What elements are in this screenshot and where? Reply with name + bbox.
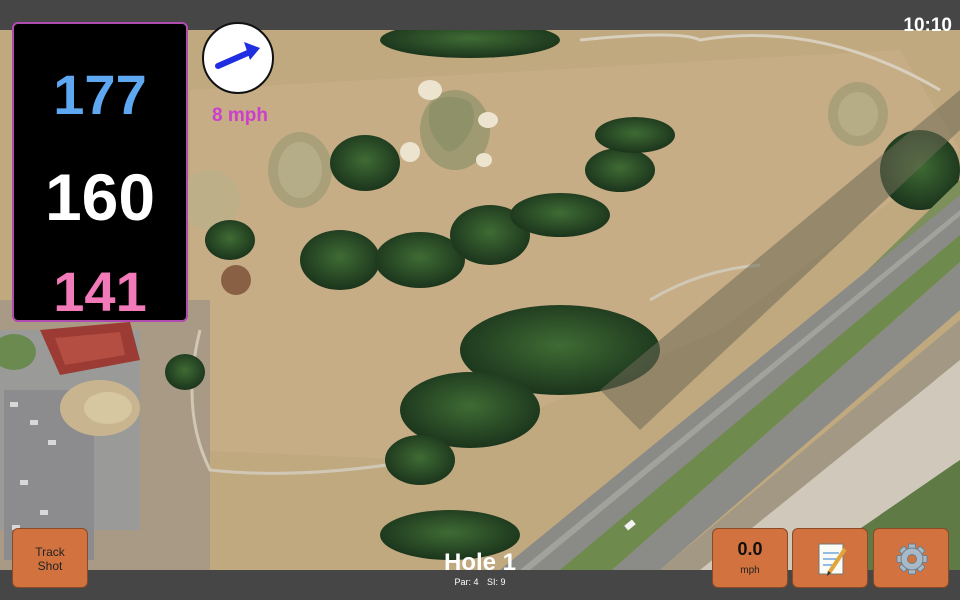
track-shot-button[interactable]: Track Shot xyxy=(12,528,88,588)
wind-arrow-icon xyxy=(215,42,260,69)
front-distance: 141 xyxy=(53,260,147,323)
hole-par: Par: 4 xyxy=(454,577,479,587)
clock: 10:10 xyxy=(903,15,952,36)
wind-speed: 8 mph xyxy=(212,105,268,126)
settings-button[interactable] xyxy=(873,528,949,588)
speed-value: 0.0 xyxy=(737,539,763,559)
hole-stroke-index: SI: 9 xyxy=(487,577,506,587)
speed-button[interactable]: 0.0 mph xyxy=(712,528,788,588)
distance-panel: 177 160 141 xyxy=(12,22,188,323)
gear-icon xyxy=(896,543,928,575)
wind-indicator xyxy=(202,22,274,94)
hole-title: Hole 1 xyxy=(443,549,517,576)
speed-unit: mph xyxy=(740,565,760,576)
back-distance: 177 xyxy=(53,63,147,126)
hole-info: Par: 4 SI: 9 xyxy=(400,577,560,587)
middle-distance: 160 xyxy=(44,160,156,234)
notes-button[interactable] xyxy=(792,528,868,588)
track-shot-label: Track Shot xyxy=(35,545,65,573)
notepad-icon xyxy=(818,543,847,576)
